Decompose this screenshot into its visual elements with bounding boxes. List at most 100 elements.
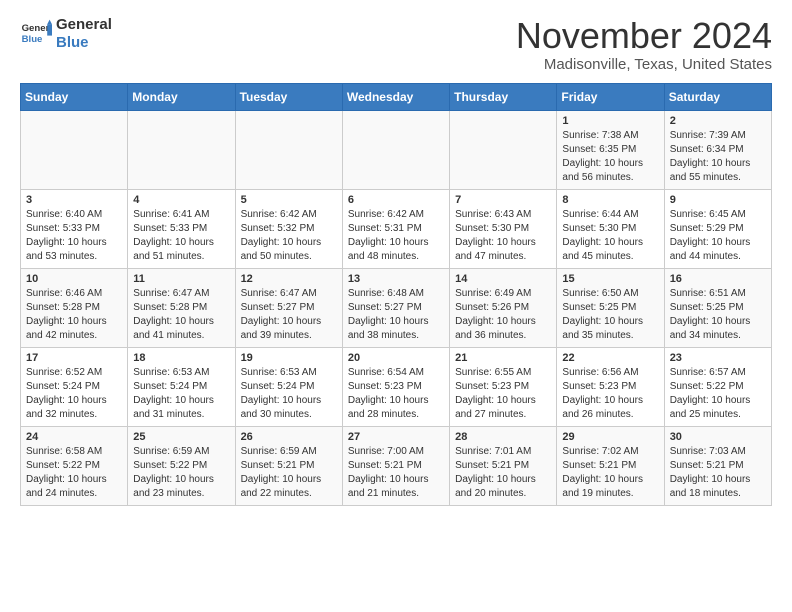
week-row-0: 1 Sunrise: 7:38 AM Sunset: 6:35 PM Daylig…	[21, 110, 772, 189]
header-sunday: Sunday	[21, 83, 128, 110]
day-info: Sunrise: 6:50 AM Sunset: 5:25 PM Dayligh…	[562, 287, 658, 343]
day-info: Sunrise: 7:39 AM Sunset: 6:34 PM Dayligh…	[670, 129, 766, 185]
page-header: General Blue General Blue November 2024 …	[20, 16, 772, 73]
header-saturday: Saturday	[664, 83, 771, 110]
day-cell: 6 Sunrise: 6:42 AM Sunset: 5:31 PM Daylig…	[342, 189, 449, 268]
day-cell	[21, 110, 128, 189]
day-number: 29	[562, 431, 658, 443]
day-info: Sunrise: 6:41 AM Sunset: 5:33 PM Dayligh…	[133, 208, 229, 264]
day-number: 27	[348, 431, 444, 443]
logo-general: General	[56, 16, 112, 33]
title-block: November 2024 Madisonville, Texas, Unite…	[516, 16, 772, 73]
day-number: 7	[455, 194, 551, 206]
day-number: 21	[455, 352, 551, 364]
day-cell: 15 Sunrise: 6:50 AM Sunset: 5:25 PM Dayli…	[557, 268, 664, 347]
week-row-4: 24 Sunrise: 6:58 AM Sunset: 5:22 PM Dayli…	[21, 426, 772, 505]
calendar-table: SundayMondayTuesdayWednesdayThursdayFrid…	[20, 83, 772, 506]
day-cell: 16Sunrise: 6:51 AM Sunset: 5:25 PM Dayli…	[664, 268, 771, 347]
day-info: Sunrise: 6:56 AM Sunset: 5:23 PM Dayligh…	[562, 366, 658, 422]
day-info: Sunrise: 7:38 AM Sunset: 6:35 PM Dayligh…	[562, 129, 658, 185]
week-row-1: 3 Sunrise: 6:40 AM Sunset: 5:33 PM Daylig…	[21, 189, 772, 268]
day-number: 20	[348, 352, 444, 364]
day-info: Sunrise: 6:55 AM Sunset: 5:23 PM Dayligh…	[455, 366, 551, 422]
day-info: Sunrise: 6:53 AM Sunset: 5:24 PM Dayligh…	[241, 366, 337, 422]
day-cell: 9 Sunrise: 6:45 AM Sunset: 5:29 PM Daylig…	[664, 189, 771, 268]
day-number: 1	[562, 115, 658, 127]
header-wednesday: Wednesday	[342, 83, 449, 110]
day-cell: 8Sunrise: 6:44 AM Sunset: 5:30 PM Daylig…	[557, 189, 664, 268]
week-row-3: 17Sunrise: 6:52 AM Sunset: 5:24 PM Dayli…	[21, 347, 772, 426]
day-number: 2	[670, 115, 766, 127]
day-cell	[450, 110, 557, 189]
day-number: 24	[26, 431, 122, 443]
month-title: November 2024	[516, 16, 772, 56]
day-info: Sunrise: 6:57 AM Sunset: 5:22 PM Dayligh…	[670, 366, 766, 422]
day-number: 11	[133, 273, 229, 285]
day-info: Sunrise: 6:45 AM Sunset: 5:29 PM Dayligh…	[670, 208, 766, 264]
logo-icon: General Blue	[20, 18, 52, 50]
day-cell: 19 Sunrise: 6:53 AM Sunset: 5:24 PM Dayli…	[235, 347, 342, 426]
day-cell: 1 Sunrise: 7:38 AM Sunset: 6:35 PM Daylig…	[557, 110, 664, 189]
day-cell: 21 Sunrise: 6:55 AM Sunset: 5:23 PM Dayli…	[450, 347, 557, 426]
day-number: 22	[562, 352, 658, 364]
day-cell: 27 Sunrise: 7:00 AM Sunset: 5:21 PM Dayli…	[342, 426, 449, 505]
day-cell	[235, 110, 342, 189]
day-cell: 10Sunrise: 6:46 AM Sunset: 5:28 PM Dayli…	[21, 268, 128, 347]
day-info: Sunrise: 6:47 AM Sunset: 5:28 PM Dayligh…	[133, 287, 229, 343]
location: Madisonville, Texas, United States	[516, 56, 772, 73]
day-cell: 26Sunrise: 6:59 AM Sunset: 5:21 PM Dayli…	[235, 426, 342, 505]
day-number: 25	[133, 431, 229, 443]
header-thursday: Thursday	[450, 83, 557, 110]
day-number: 17	[26, 352, 122, 364]
day-cell: 2 Sunrise: 7:39 AM Sunset: 6:34 PM Daylig…	[664, 110, 771, 189]
day-info: Sunrise: 6:49 AM Sunset: 5:26 PM Dayligh…	[455, 287, 551, 343]
day-cell: 24 Sunrise: 6:58 AM Sunset: 5:22 PM Dayli…	[21, 426, 128, 505]
day-number: 16	[670, 273, 766, 285]
day-number: 9	[670, 194, 766, 206]
day-number: 26	[241, 431, 337, 443]
day-cell: 28 Sunrise: 7:01 AM Sunset: 5:21 PM Dayli…	[450, 426, 557, 505]
day-info: Sunrise: 6:44 AM Sunset: 5:30 PM Dayligh…	[562, 208, 658, 264]
day-number: 13	[348, 273, 444, 285]
day-info: Sunrise: 7:00 AM Sunset: 5:21 PM Dayligh…	[348, 445, 444, 501]
day-info: Sunrise: 6:58 AM Sunset: 5:22 PM Dayligh…	[26, 445, 122, 501]
day-cell: 14 Sunrise: 6:49 AM Sunset: 5:26 PM Dayli…	[450, 268, 557, 347]
day-number: 3	[26, 194, 122, 206]
day-info: Sunrise: 6:40 AM Sunset: 5:33 PM Dayligh…	[26, 208, 122, 264]
day-info: Sunrise: 6:42 AM Sunset: 5:31 PM Dayligh…	[348, 208, 444, 264]
day-cell: 23 Sunrise: 6:57 AM Sunset: 5:22 PM Dayli…	[664, 347, 771, 426]
day-cell: 5Sunrise: 6:42 AM Sunset: 5:32 PM Daylig…	[235, 189, 342, 268]
day-cell: 7 Sunrise: 6:43 AM Sunset: 5:30 PM Daylig…	[450, 189, 557, 268]
day-info: Sunrise: 6:47 AM Sunset: 5:27 PM Dayligh…	[241, 287, 337, 343]
day-number: 18	[133, 352, 229, 364]
day-info: Sunrise: 6:53 AM Sunset: 5:24 PM Dayligh…	[133, 366, 229, 422]
day-info: Sunrise: 6:43 AM Sunset: 5:30 PM Dayligh…	[455, 208, 551, 264]
header-friday: Friday	[557, 83, 664, 110]
day-number: 30	[670, 431, 766, 443]
day-info: Sunrise: 7:03 AM Sunset: 5:21 PM Dayligh…	[670, 445, 766, 501]
svg-text:Blue: Blue	[22, 34, 43, 45]
logo-blue: Blue	[56, 34, 89, 51]
day-info: Sunrise: 7:01 AM Sunset: 5:21 PM Dayligh…	[455, 445, 551, 501]
day-cell: 4 Sunrise: 6:41 AM Sunset: 5:33 PM Daylig…	[128, 189, 235, 268]
day-number: 19	[241, 352, 337, 364]
day-cell: 29 Sunrise: 7:02 AM Sunset: 5:21 PM Dayli…	[557, 426, 664, 505]
day-number: 4	[133, 194, 229, 206]
day-number: 15	[562, 273, 658, 285]
day-cell: 18 Sunrise: 6:53 AM Sunset: 5:24 PM Dayli…	[128, 347, 235, 426]
day-info: Sunrise: 7:02 AM Sunset: 5:21 PM Dayligh…	[562, 445, 658, 501]
day-cell: 17Sunrise: 6:52 AM Sunset: 5:24 PM Dayli…	[21, 347, 128, 426]
day-cell: 22 Sunrise: 6:56 AM Sunset: 5:23 PM Dayli…	[557, 347, 664, 426]
calendar-header: SundayMondayTuesdayWednesdayThursdayFrid…	[21, 83, 772, 110]
day-cell	[342, 110, 449, 189]
day-number: 23	[670, 352, 766, 364]
day-number: 14	[455, 273, 551, 285]
day-number: 28	[455, 431, 551, 443]
day-cell: 11 Sunrise: 6:47 AM Sunset: 5:28 PM Dayli…	[128, 268, 235, 347]
day-info: Sunrise: 6:54 AM Sunset: 5:23 PM Dayligh…	[348, 366, 444, 422]
day-number: 6	[348, 194, 444, 206]
week-row-2: 10Sunrise: 6:46 AM Sunset: 5:28 PM Dayli…	[21, 268, 772, 347]
day-cell: 13Sunrise: 6:48 AM Sunset: 5:27 PM Dayli…	[342, 268, 449, 347]
day-cell: 30 Sunrise: 7:03 AM Sunset: 5:21 PM Dayli…	[664, 426, 771, 505]
day-number: 10	[26, 273, 122, 285]
